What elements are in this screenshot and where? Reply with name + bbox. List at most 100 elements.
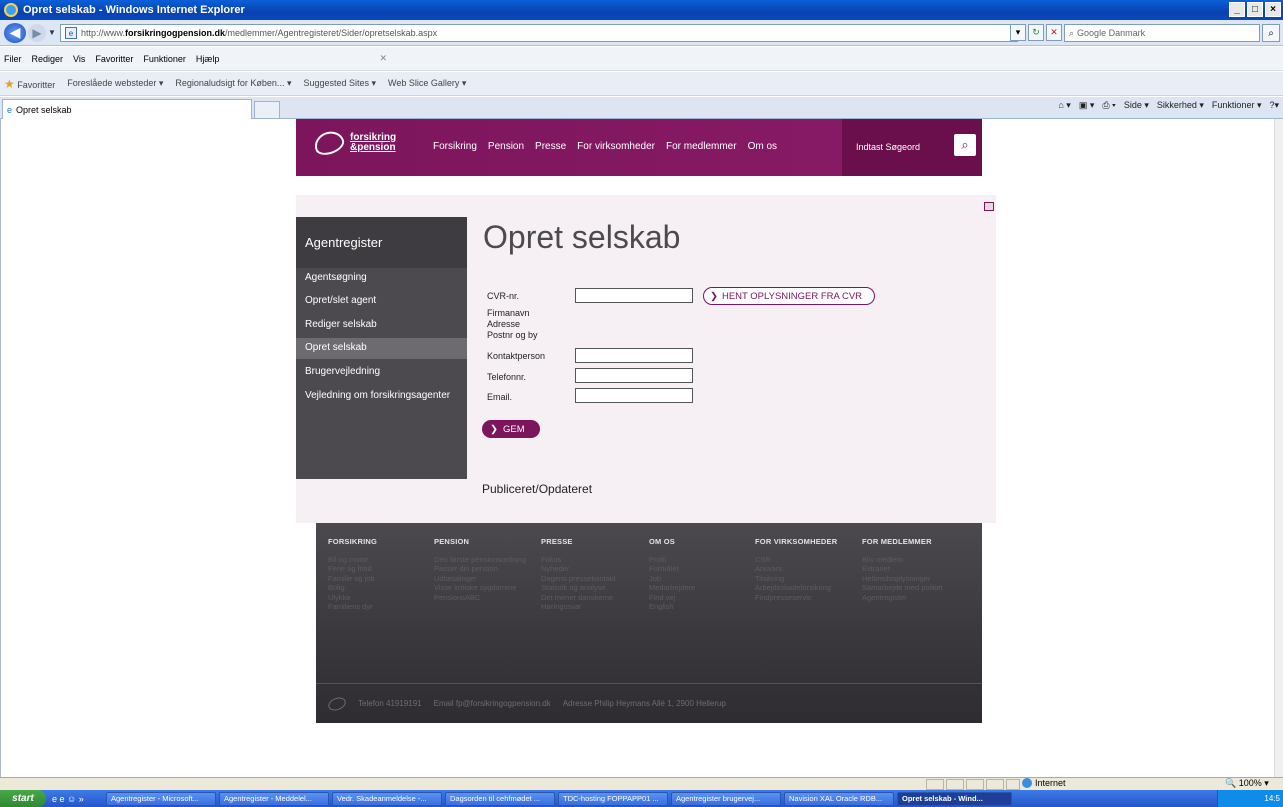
print-toolbar-icon[interactable]: ⎙ ▾ (1102, 100, 1115, 111)
favorites-button[interactable]: ★ Favoritter (4, 77, 55, 91)
footer-heading[interactable]: PRESSE (541, 537, 616, 547)
footer-link[interactable]: Profil (649, 555, 695, 565)
url-input[interactable]: e http://www. forsikringogpension.dk/medl… (60, 24, 1018, 42)
history-dropdown-icon[interactable]: ▼ (48, 28, 58, 37)
footer-link[interactable]: PensionsABC (434, 593, 526, 603)
cmd-tools[interactable]: Funktioner ▾ (1212, 100, 1262, 111)
quick-launch[interactable]: e e ☺ » (46, 794, 106, 804)
sidenav-item-vejledning[interactable]: Vejledning om forsikringsagenter (296, 386, 467, 407)
menu-view[interactable]: Vis (73, 54, 85, 64)
footer-link[interactable]: Ulykke (328, 593, 377, 603)
footer-link[interactable]: Agentregister (862, 593, 943, 603)
sidenav-item-brugervejledning[interactable]: Brugervejledning (296, 362, 467, 383)
nav-for-virksomheder[interactable]: For virksomheder (577, 141, 655, 152)
footer-link[interactable]: Find vej (649, 593, 695, 603)
task-button[interactable]: Navision XAL Oracle RDB... (784, 791, 894, 806)
task-button-active[interactable]: Opret selskab - Wind... (897, 791, 1012, 806)
zoom-control[interactable]: 🔍 100% ▾ (1225, 778, 1269, 789)
menu-tools[interactable]: Funktioner (143, 54, 186, 64)
save-button[interactable]: ❯ GEM (482, 420, 540, 438)
tab-opret-selskab[interactable]: e Opret selskab (2, 99, 252, 119)
footer-link[interactable]: Samarbejde med politiet (862, 583, 943, 593)
footer-link[interactable]: Ferie og fritid (328, 564, 377, 574)
footer-link[interactable]: Den første pensionsordning (434, 555, 526, 565)
stop-button[interactable]: ✕ (1046, 24, 1062, 41)
close-button[interactable]: × (1265, 2, 1281, 17)
cvr-input[interactable] (575, 288, 693, 303)
footer-link[interactable]: Bliv medlem (862, 555, 943, 565)
footer-link[interactable]: Extranet (862, 564, 943, 574)
footer-link[interactable]: Medarbejdere (649, 583, 695, 593)
task-button[interactable]: TDC-hosting FOPPAPP01 ... (558, 791, 668, 806)
sidenav-item-opret-selskab[interactable]: Opret selskab (296, 338, 467, 359)
menu-file[interactable]: Filer (4, 54, 22, 64)
browser-search-input[interactable]: ⌕ Google Danmark (1064, 24, 1260, 42)
print-page-icon[interactable] (984, 202, 994, 211)
task-button[interactable]: Agentregister brugervej... (671, 791, 781, 806)
footer-heading[interactable]: PENSION (434, 537, 526, 547)
footer-link[interactable]: Findpresseservic (755, 593, 837, 603)
vertical-scrollbar[interactable] (1274, 119, 1283, 777)
fav-item-webslice[interactable]: Web Slice Gallery ▾ (388, 78, 466, 89)
task-button[interactable]: Agentregister - Microsoft... (106, 791, 216, 806)
footer-heading[interactable]: FOR VIRKSOMHEDER (755, 537, 837, 547)
start-button[interactable]: start (0, 790, 46, 807)
footer-link[interactable]: Udbetalinger (434, 574, 526, 584)
footer-link[interactable]: Tilsikring (755, 574, 837, 584)
home-icon[interactable]: ⌂ ▾ (1058, 100, 1070, 111)
cmd-security[interactable]: Sikkerhed ▾ (1157, 100, 1204, 111)
nav-for-medlemmer[interactable]: For medlemmer (666, 141, 737, 152)
close-menu-icon[interactable]: ✕ (379, 53, 387, 64)
fetch-cvr-button[interactable]: ❯ HENT OPLYSNINGER FRA CVR (703, 287, 875, 305)
site-search-button[interactable]: ⌕ (954, 134, 976, 156)
minimize-button[interactable]: _ (1229, 2, 1245, 17)
footer-heading[interactable]: FORSIKRING (328, 537, 377, 547)
fav-item-suggested[interactable]: Foreslåede websteder ▾ (67, 78, 163, 89)
footer-link[interactable]: Bil og motor (328, 555, 377, 565)
footer-link[interactable]: CSR (755, 555, 837, 565)
clock[interactable]: 14:5 (1264, 794, 1280, 803)
nav-forsikring[interactable]: Forsikring (433, 141, 477, 152)
footer-link[interactable]: Nyheder (541, 564, 616, 574)
site-search-input[interactable]: Indtast Søgeord (856, 142, 920, 152)
task-button[interactable]: Dagsorden til cehfmødet ... (445, 791, 555, 806)
footer-link[interactable]: Fokus (541, 555, 616, 565)
maximize-button[interactable]: □ (1247, 2, 1263, 17)
footer-link[interactable]: Formålet (649, 564, 695, 574)
footer-link[interactable]: Passer din pension (434, 564, 526, 574)
forward-button[interactable]: ▶ (28, 23, 46, 42)
task-button[interactable]: Agentregister - Meddelel... (219, 791, 329, 806)
fav-item-region[interactable]: Regionaludsigt for Køben... ▾ (175, 78, 291, 89)
footer-link[interactable]: Ansvars (755, 564, 837, 574)
sidenav-item-agentsogning[interactable]: Agentsøgning (296, 268, 467, 289)
footer-link[interactable]: Arbejdsskadeforsikring (755, 583, 837, 593)
new-tab-button[interactable] (254, 101, 280, 119)
refresh-button[interactable]: ↻ (1028, 24, 1044, 41)
kontaktperson-input[interactable] (575, 348, 693, 363)
footer-link[interactable]: Dagens pressekontakt (541, 574, 616, 584)
footer-link[interactable]: English (649, 602, 695, 612)
nav-om-os[interactable]: Om os (748, 141, 777, 152)
sidenav-item-rediger-selskab[interactable]: Rediger selskab (296, 315, 467, 336)
nav-pension[interactable]: Pension (488, 141, 524, 152)
url-dropdown-button[interactable]: ▾ (1010, 24, 1026, 41)
email-input[interactable] (575, 388, 693, 403)
footer-link[interactable]: Visse kritiske sygdomme (434, 583, 526, 593)
footer-link[interactable]: Helbredsoplysninger (862, 574, 943, 584)
menu-help[interactable]: Hjælp (196, 54, 220, 64)
task-button[interactable]: Vedr. Skadeanmeldelse -... (332, 791, 442, 806)
cmd-page[interactable]: Side ▾ (1124, 100, 1149, 111)
footer-heading[interactable]: OM OS (649, 537, 695, 547)
menu-edit[interactable]: Rediger (32, 54, 64, 64)
back-button[interactable]: ◀ (4, 22, 26, 43)
fav-item-suggested-sites[interactable]: Suggested Sites ▾ (303, 78, 376, 89)
footer-heading[interactable]: FOR MEDLEMMER (862, 537, 943, 547)
nav-presse[interactable]: Presse (535, 141, 566, 152)
feeds-icon[interactable]: ▣ ▾ (1079, 100, 1095, 111)
menu-favorites[interactable]: Favoritter (95, 54, 133, 64)
sidenav-item-opret-slet-agent[interactable]: Opret/slet agent (296, 291, 467, 312)
footer-link[interactable]: Høringssvar (541, 602, 616, 612)
footer-link[interactable]: Bolig (328, 583, 377, 593)
help-icon[interactable]: ?▾ (1269, 100, 1279, 111)
telefon-input[interactable] (575, 368, 693, 383)
